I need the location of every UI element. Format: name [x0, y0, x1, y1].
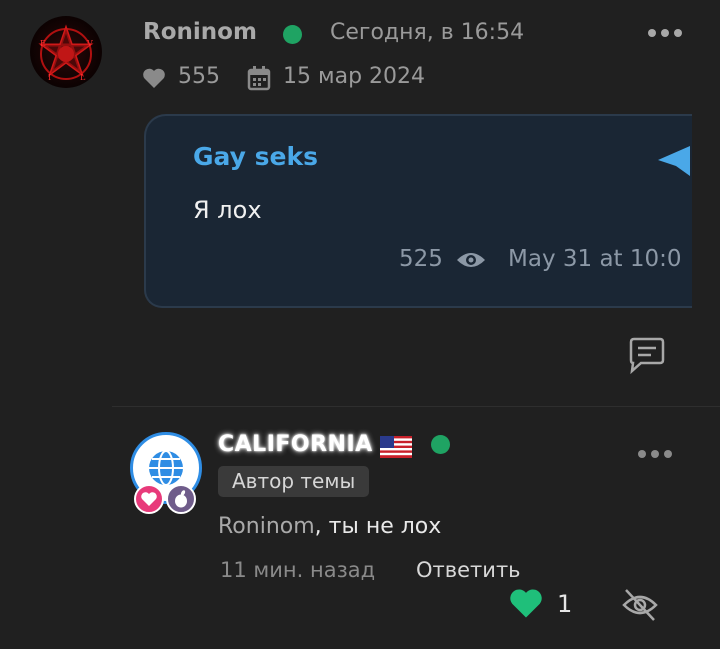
like-count: 1: [557, 590, 573, 618]
heart-badge-icon: [134, 484, 164, 514]
online-status-dot: [283, 25, 302, 44]
eye-off-icon: [622, 589, 658, 621]
embedded-message-date: May 31 at 10:0: [508, 246, 682, 272]
telegram-icon: [656, 142, 690, 182]
embedded-message-text: Я лох: [193, 196, 262, 224]
svg-text:V: V: [86, 39, 93, 48]
hide-button[interactable]: [621, 587, 659, 627]
comment-icon: [629, 337, 665, 375]
calendar-icon: [247, 65, 271, 95]
heart-icon: [141, 67, 167, 93]
like-button[interactable]: [508, 587, 544, 623]
reply-button[interactable]: Ответить: [416, 558, 521, 582]
more-dots-icon: [648, 29, 682, 37]
post-timestamp[interactable]: Сегодня, в 16:54: [330, 20, 524, 45]
reply-text: Roninom, ты не лох: [218, 514, 441, 539]
pentagram-icon: E V I L: [38, 24, 94, 82]
svg-text:I: I: [48, 73, 51, 82]
reply-more-menu[interactable]: [636, 446, 676, 465]
embedded-message-title[interactable]: Gay seks: [193, 142, 318, 171]
post-more-menu[interactable]: [646, 22, 686, 46]
mention-link[interactable]: Roninom: [218, 514, 315, 539]
comment-divider: [112, 406, 720, 407]
reply-timestamp[interactable]: 11 мин. назад: [220, 558, 375, 582]
reply-body: , ты не лох: [314, 514, 442, 539]
svg-text:E: E: [40, 39, 46, 48]
author-avatar[interactable]: E V I L: [30, 16, 102, 88]
reply-author-name[interactable]: CALIFORNIA: [218, 432, 373, 457]
author-likes-count: 555: [178, 64, 220, 89]
author-registration-date: 15 мар 2024: [283, 64, 426, 89]
quote-reply-button[interactable]: [627, 336, 667, 378]
more-dots-icon: [638, 450, 672, 458]
heart-icon: [510, 589, 542, 618]
topic-author-badge: Автор темы: [218, 466, 370, 497]
eye-icon: [456, 249, 486, 275]
reply-online-dot: [431, 435, 450, 454]
svg-text:L: L: [80, 73, 86, 82]
apple-badge-icon: [166, 484, 196, 514]
embedded-message-views: 525: [399, 246, 443, 272]
us-flag-icon: [380, 436, 412, 462]
post-author-name[interactable]: Roninom: [143, 19, 257, 45]
